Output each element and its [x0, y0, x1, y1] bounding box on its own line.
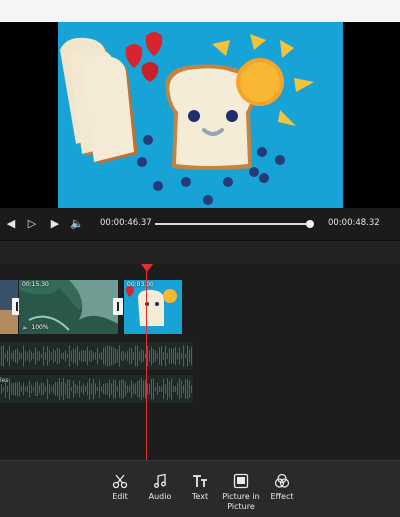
text-button[interactable]: Text [180, 461, 220, 517]
scissors-icon [112, 474, 128, 489]
timeline-clip[interactable]: 00:15.30 🔈 100% [19, 280, 118, 334]
skip-back-icon[interactable]: ◀ [4, 216, 18, 232]
clip-duration: 00:03.00 [127, 281, 154, 288]
audio-waveform[interactable] [0, 342, 193, 370]
bottom-toolbar: Edit Audio Text Picture in Picture Effec… [0, 460, 400, 517]
edit-label: Edit [112, 492, 128, 501]
audio-button[interactable]: Audio [140, 461, 180, 517]
total-duration: 00:00:48.32 [328, 218, 380, 228]
music-note-icon [154, 473, 166, 488]
seek-bar[interactable] [155, 220, 314, 228]
text-icon [193, 475, 207, 487]
clip-volume-value: 100% [31, 324, 49, 331]
text-label: Text [191, 492, 209, 501]
effect-button[interactable]: Effect [262, 461, 302, 517]
clip-duration: 00:15.30 [22, 281, 49, 288]
seek-thumb[interactable] [305, 220, 314, 228]
window-top-bar [0, 0, 400, 23]
audio-label: Audio [148, 492, 172, 501]
playhead-handle[interactable] [141, 264, 153, 272]
audio-track-label: les [0, 377, 9, 384]
edit-button[interactable]: Edit [100, 461, 140, 517]
video-preview-frame[interactable] [58, 22, 343, 208]
timeline-header [0, 240, 400, 265]
clip-volume: 🔈 100% [22, 324, 49, 331]
picture-in-picture-label: Picture in Picture [222, 492, 260, 511]
picture-in-picture-button[interactable]: Picture in Picture [220, 461, 262, 517]
picture-in-picture-icon [233, 473, 249, 489]
timeline-clip[interactable]: 00:03.00 [124, 280, 182, 334]
effect-icon [274, 473, 290, 488]
play-icon[interactable]: ▷ [25, 216, 39, 232]
current-time: 00:00:46.37 [100, 218, 152, 228]
seek-bar-fill [155, 223, 310, 225]
effect-label: Effect [270, 492, 294, 501]
audio-waveform[interactable] [0, 375, 193, 403]
clip-thumbnail [124, 280, 182, 334]
trim-handle[interactable] [113, 298, 123, 315]
volume-icon[interactable]: 🔈 [70, 216, 84, 232]
preview-image [58, 22, 343, 208]
skip-forward-icon[interactable]: ▶ [48, 216, 62, 232]
